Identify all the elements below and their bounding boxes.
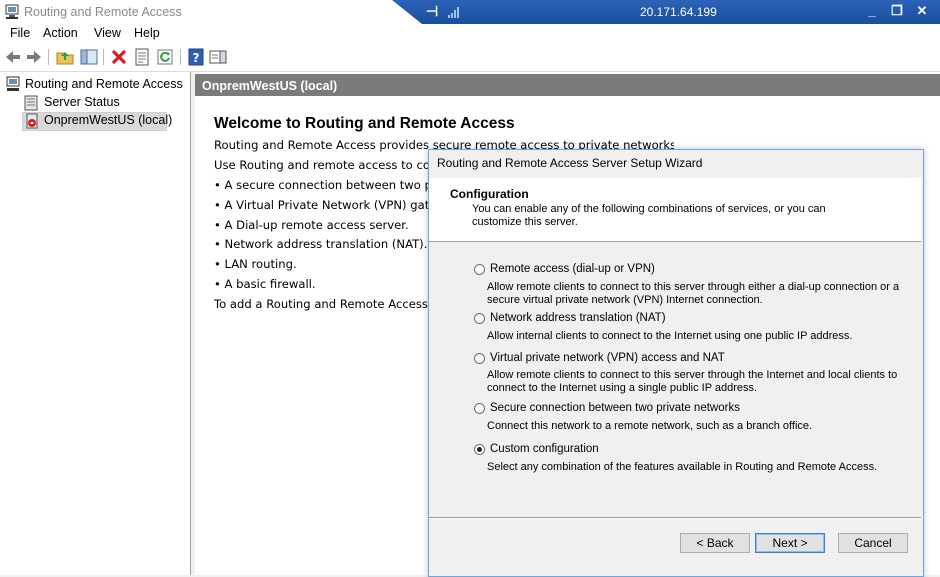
cancel-button[interactable]: Cancel	[838, 533, 908, 553]
option-label-secure-connection[interactable]: Secure connection between two private ne…	[490, 402, 740, 414]
welcome-title: Welcome to Routing and Remote Access	[214, 115, 515, 132]
forward-arrow-icon[interactable]	[25, 48, 43, 66]
next-button[interactable]: Next >	[755, 533, 825, 553]
delete-icon[interactable]	[110, 48, 128, 66]
remote-host-address: 20.171.64.199	[640, 5, 717, 19]
action-pane-icon[interactable]	[209, 48, 227, 66]
option-label-nat[interactable]: Network address translation (NAT)	[490, 312, 666, 324]
option-desc-nat: Allow internal clients to connect to the…	[487, 330, 853, 342]
toolbar-separator	[103, 49, 104, 65]
welcome-line: Use Routing and remote access to configu…	[214, 158, 429, 172]
option-desc-secure-connection: Connect this network to a remote network…	[487, 420, 813, 432]
up-folder-icon[interactable]	[56, 48, 74, 66]
pin-icon[interactable]: ⊣	[426, 3, 438, 20]
option-label-vpn-and-nat[interactable]: Virtual private network (VPN) access and…	[490, 352, 725, 364]
radio-custom-configuration[interactable]	[474, 444, 485, 455]
welcome-line: • A secure connection between two privat…	[214, 178, 429, 192]
dialog-title: Routing and Remote Access Server Setup W…	[437, 156, 703, 170]
show-hide-tree-icon[interactable]	[80, 48, 98, 66]
properties-icon[interactable]	[133, 48, 151, 66]
routing-app-icon	[5, 4, 19, 19]
refresh-icon[interactable]	[156, 48, 174, 66]
dialog-section-description: You can enable any of the following comb…	[472, 203, 826, 228]
server-status-icon	[24, 95, 38, 111]
svg-text:?: ?	[193, 51, 200, 65]
option-desc-vpn-and-nat: Allow remote clients to connect to this …	[487, 369, 898, 394]
menu-help[interactable]: Help	[134, 26, 160, 40]
close-button[interactable]: ✕	[912, 3, 932, 19]
dialog-footer-divider	[429, 517, 921, 518]
tree-item-server-status[interactable]: Server Status	[44, 95, 120, 113]
window-title: Routing and Remote Access	[24, 5, 182, 19]
toolbar-separator	[180, 49, 181, 65]
welcome-line: • LAN routing.	[214, 257, 297, 271]
radio-vpn-and-nat[interactable]	[474, 353, 485, 364]
minimize-button[interactable]: _	[862, 3, 882, 18]
restore-button[interactable]: ❐	[887, 3, 907, 19]
menu-action[interactable]: Action	[43, 26, 78, 40]
welcome-line: • A basic firewall.	[214, 277, 316, 291]
option-label-remote-access[interactable]: Remote access (dial-up or VPN)	[490, 263, 655, 275]
back-arrow-icon[interactable]	[4, 48, 22, 66]
radio-nat[interactable]	[474, 313, 485, 324]
option-label-custom-configuration[interactable]: Custom configuration	[490, 443, 599, 455]
routing-root-icon	[6, 76, 20, 91]
tree-item-root[interactable]: Routing and Remote Access	[25, 77, 183, 95]
menu-view[interactable]: View	[94, 26, 121, 40]
details-header-title: OnpremWestUS (local)	[202, 79, 338, 93]
help-icon[interactable]: ?	[187, 48, 205, 66]
option-desc-remote-access: Allow remote clients to connect to this …	[487, 281, 900, 306]
connection-signal-icon	[448, 7, 459, 18]
welcome-line: • Network address translation (NAT).	[214, 237, 428, 251]
welcome-line: • A Dial-up remote access server.	[214, 218, 409, 232]
menu-file[interactable]: File	[10, 26, 30, 40]
option-desc-custom-configuration: Select any combination of the features a…	[487, 461, 878, 473]
toolbar-separator	[48, 49, 49, 65]
welcome-line: To add a Routing and Remote Access	[214, 297, 428, 311]
tree-item-onpremwestus[interactable]: OnpremWestUS (local)	[44, 113, 172, 131]
server-down-icon	[26, 113, 38, 129]
welcome-line: • A Virtual Private Network (VPN) gatewa…	[214, 198, 429, 212]
radio-secure-connection[interactable]	[474, 403, 485, 414]
radio-remote-access[interactable]	[474, 264, 485, 275]
dialog-section-title: Configuration	[450, 187, 529, 201]
console-tree	[0, 72, 191, 575]
back-button[interactable]: < Back	[680, 533, 750, 553]
